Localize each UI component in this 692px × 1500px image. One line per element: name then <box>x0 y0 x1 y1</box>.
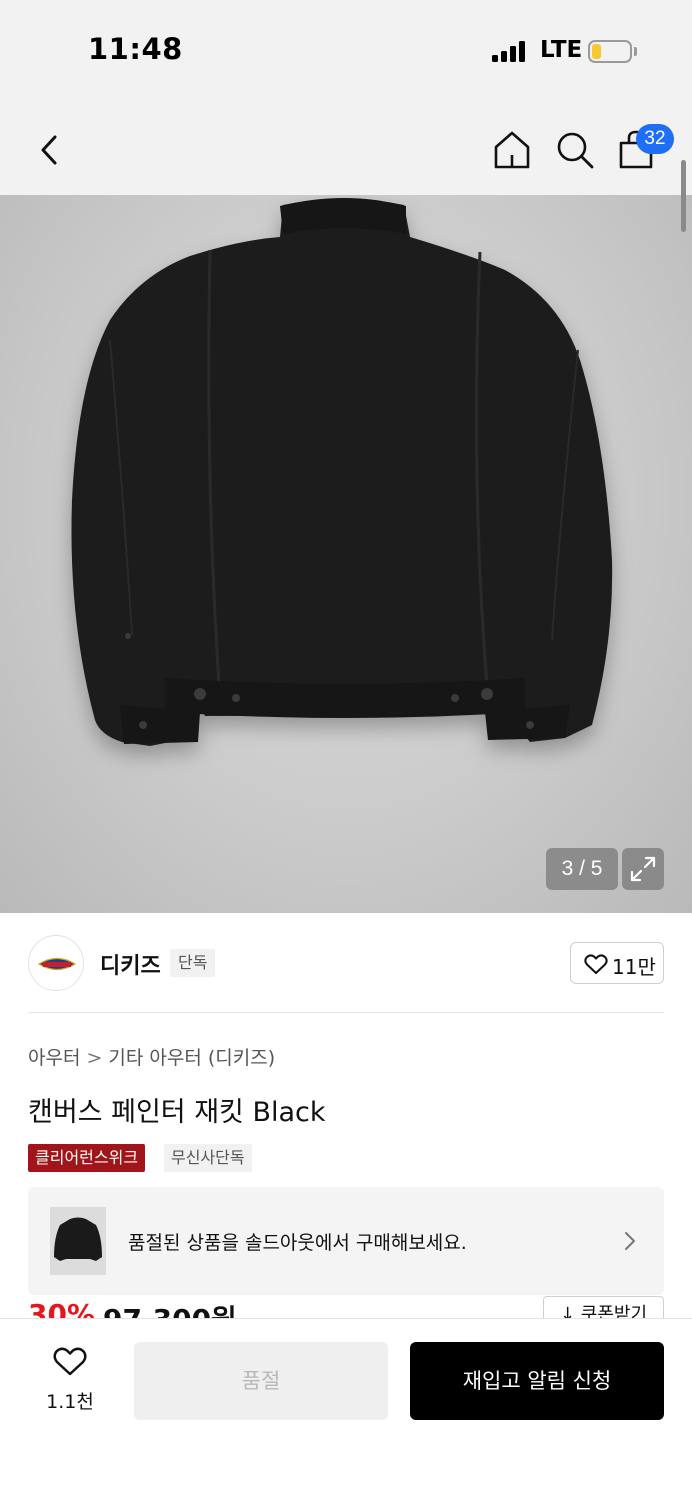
breadcrumb-subcategory[interactable]: 기타 아우터 (디키즈) <box>108 1047 275 1069</box>
restock-alert-button[interactable]: 재입고 알림 신청 <box>410 1342 664 1420</box>
bottom-action-bar: 1.1천 품절 재입고 알림 신청 <box>0 1318 692 1500</box>
expand-image-button[interactable] <box>622 848 664 890</box>
soldout-button: 품절 <box>134 1342 388 1420</box>
exclusive-tag: 단독 <box>170 949 216 977</box>
musinsa-exclusive-badge: 무신사단독 <box>164 1144 252 1172</box>
status-time: 11:48 <box>88 32 183 66</box>
status-bar: 11:48 LTE <box>0 0 692 100</box>
soldout-banner[interactable]: 품절된 상품을 솔드아웃에서 구매해보세요. <box>28 1187 664 1295</box>
brand-like-count: 11만 <box>612 955 656 979</box>
signal-icon <box>492 40 528 62</box>
clearance-badge: 클리어런스위크 <box>28 1144 146 1172</box>
wishlist-count: 1.1천 <box>46 1391 94 1413</box>
battery-icon <box>588 40 632 63</box>
soldout-banner-text: 품절된 상품을 솔드아웃에서 구매해보세요. <box>128 1232 467 1254</box>
home-button[interactable] <box>490 128 534 172</box>
home-icon <box>494 131 530 169</box>
brand-name[interactable]: 디키즈 <box>100 948 161 980</box>
expand-icon <box>630 856 656 882</box>
chevron-left-icon <box>41 135 57 165</box>
breadcrumb: 아우터 > 기타 아우터 (디키즈) <box>28 1043 275 1070</box>
scroll-indicator <box>681 160 686 232</box>
search-icon <box>557 132 594 169</box>
breadcrumb-separator: > <box>86 1047 103 1069</box>
cart-count-badge: 32 <box>636 124 674 154</box>
chevron-right-icon <box>625 1232 635 1250</box>
brand-like-button[interactable]: 11만 <box>570 942 664 984</box>
back-button[interactable] <box>30 130 70 170</box>
image-page-indicator: 3 / 5 <box>546 848 618 890</box>
soldout-thumbnail <box>50 1207 106 1275</box>
search-button[interactable] <box>553 128 597 172</box>
breadcrumb-category[interactable]: 아우터 <box>28 1047 80 1069</box>
network-label: LTE <box>540 37 583 63</box>
heart-icon <box>53 1347 87 1376</box>
top-nav-bar <box>0 100 692 195</box>
price-row: 30% 97,300원 ↓ 쿠폰받기 <box>28 1296 664 1318</box>
coupon-button[interactable]: ↓ 쿠폰받기 <box>543 1296 664 1318</box>
product-title: 캔버스 페인터 재킷 Black <box>28 1097 326 1128</box>
section-divider <box>28 1012 664 1013</box>
battery-tip <box>634 47 637 56</box>
discount-rate: 30% <box>28 1298 96 1318</box>
wishlist-button[interactable]: 1.1천 <box>30 1345 110 1417</box>
product-image-gallery[interactable] <box>0 195 692 913</box>
brand-logo[interactable] <box>28 935 84 991</box>
dickies-logo <box>37 957 77 971</box>
heart-icon <box>584 954 608 974</box>
sale-price: 97,300원 <box>103 1298 237 1318</box>
product-image-jacket <box>71 198 613 746</box>
